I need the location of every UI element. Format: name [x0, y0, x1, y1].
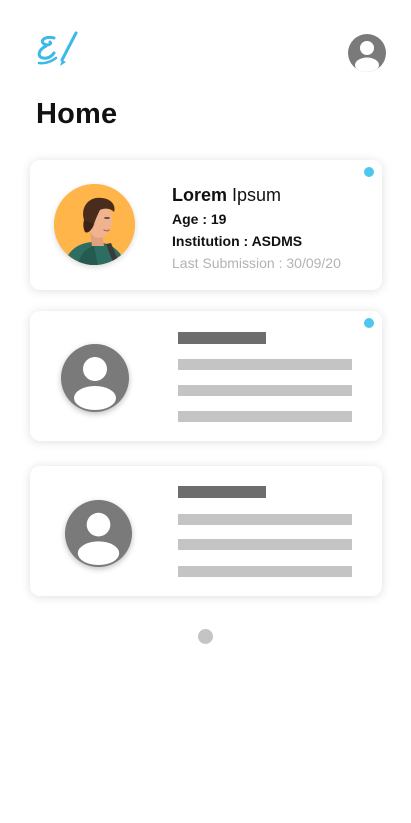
placeholder-title-bar: [178, 486, 266, 498]
page-title: Home: [36, 98, 118, 130]
user-photo: [54, 184, 135, 265]
placeholder-title-bar: [178, 332, 266, 344]
page-indicator-dot[interactable]: [198, 629, 213, 644]
placeholder-text-bar: [178, 385, 352, 396]
placeholder-text-bar: [178, 539, 352, 550]
placeholder-text-bar: [178, 411, 352, 422]
first-name: Lorem: [172, 185, 228, 205]
avatar: [54, 184, 135, 265]
account-circle-icon: [74, 357, 116, 410]
placeholder-card[interactable]: [30, 466, 382, 596]
account-circle-icon: [355, 41, 379, 72]
avatar: [61, 344, 129, 412]
student-age: Age : 19: [172, 211, 227, 227]
placeholder-text-bar: [178, 514, 352, 525]
student-info: Lorem Ipsum Age : 19 Institution : ASDMS…: [172, 184, 341, 272]
profile-button[interactable]: [348, 34, 386, 72]
last-name: Ipsum: [232, 185, 282, 205]
student-card[interactable]: Lorem Ipsum Age : 19 Institution : ASDMS…: [30, 160, 382, 290]
unread-indicator: [364, 167, 374, 177]
student-institution: Institution : ASDMS: [172, 233, 303, 249]
account-circle-icon: [77, 512, 120, 566]
last-submission: Last Submission : 30/09/20: [172, 255, 341, 271]
student-name: Lorem Ipsum: [172, 184, 341, 206]
avatar: [65, 500, 132, 567]
placeholder-text-bar: [178, 566, 352, 577]
signature-logo-icon: [37, 31, 78, 66]
placeholder-text-bar: [178, 359, 352, 370]
app-logo: [34, 30, 82, 72]
placeholder-card[interactable]: [30, 311, 382, 441]
unread-indicator: [364, 318, 374, 328]
